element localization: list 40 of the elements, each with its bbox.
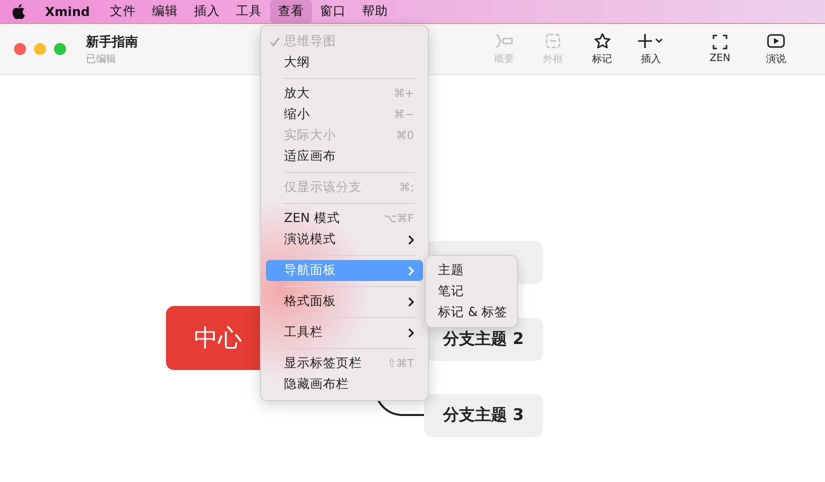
shortcut-label: ⌘− bbox=[394, 108, 414, 121]
plus-caret-icon bbox=[638, 32, 664, 48]
toolbar-button[interactable]: 标记 bbox=[582, 32, 622, 66]
menu-bar-item[interactable]: 帮助 bbox=[354, 0, 396, 23]
menu-item[interactable]: 隐藏画布栏 bbox=[266, 374, 423, 395]
star-icon bbox=[594, 32, 610, 48]
menu-item[interactable]: 缩小 ⌘− bbox=[266, 104, 423, 125]
menu-item[interactable]: 大纲 bbox=[266, 52, 423, 73]
menu-bar-item[interactable]: 窗口 bbox=[312, 0, 354, 23]
fullscreen-icon bbox=[712, 34, 728, 50]
menu-item[interactable]: 笔记 bbox=[426, 281, 517, 302]
menu-bar-item[interactable]: 文件 bbox=[102, 0, 144, 23]
minimize-button[interactable] bbox=[34, 43, 46, 55]
menu-bar-item[interactable]: 工具 bbox=[228, 0, 270, 23]
menu-item[interactable]: ZEN 模式 ⌥⌘F bbox=[266, 208, 423, 229]
toolbar-button[interactable]: 演说 bbox=[756, 32, 796, 66]
close-button[interactable] bbox=[14, 43, 26, 55]
menu-bar-item[interactable]: 编辑 bbox=[144, 0, 186, 23]
play-icon bbox=[767, 32, 785, 48]
menu-bar-item[interactable]: Xmind bbox=[37, 1, 98, 22]
shortcut-label: ⌘; bbox=[399, 181, 414, 194]
menu-item[interactable]: 演说模式 bbox=[266, 229, 423, 250]
shortcut-label: ⇧⌘T bbox=[387, 357, 414, 370]
boundary-icon bbox=[545, 32, 561, 48]
menu-bar-item[interactable]: 插入 bbox=[186, 0, 228, 23]
toolbar-button[interactable]: 插入 bbox=[631, 32, 671, 66]
summary-icon bbox=[494, 32, 514, 48]
shortcut-label: ⌘+ bbox=[394, 87, 414, 100]
apple-logo-icon[interactable] bbox=[12, 4, 25, 19]
toolbar-button[interactable]: ZEN bbox=[700, 34, 740, 64]
branch-topic: 分支主题 3 bbox=[424, 394, 543, 437]
menu-item[interactable]: 主题 bbox=[426, 260, 517, 281]
window-title: 新手指南 bbox=[86, 34, 138, 50]
edit-status: 已编辑 bbox=[86, 52, 117, 66]
zoom-button[interactable] bbox=[54, 43, 66, 55]
menu-item[interactable]: 放大 ⌘+ bbox=[266, 83, 423, 104]
shortcut-label: ⌘0 bbox=[396, 129, 414, 142]
shortcut-label: ⌥⌘F bbox=[384, 212, 414, 225]
menu-item[interactable]: 适应画布 bbox=[266, 146, 423, 167]
menu-bar-item[interactable]: 查看 bbox=[270, 0, 312, 23]
